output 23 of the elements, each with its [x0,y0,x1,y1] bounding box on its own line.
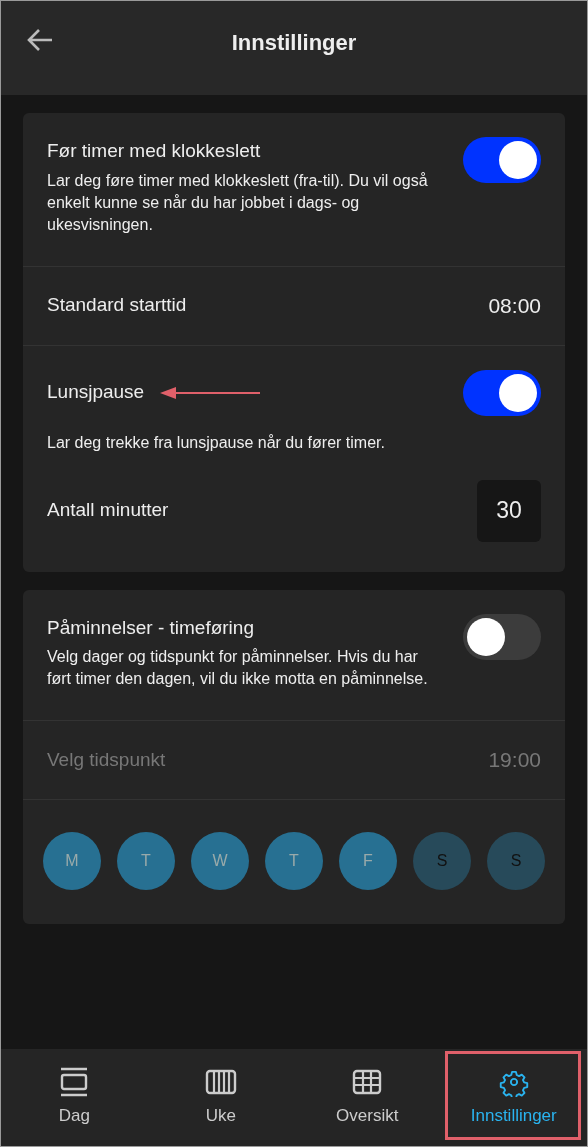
setting-description: Lar deg føre timer med klokkeslett (fra-til). Du vil også enkelt kunne se når du har jobbet i dags- og ukesvisningen. [47,170,429,235]
weekday-toggle[interactable]: T [117,832,175,890]
setting-description: Lar deg trekke fra lunsjpause når du fører timer. [47,432,386,453]
nav-tab[interactable]: Oversikt [294,1049,441,1146]
setting-title: Påminnelser - timeføring [47,615,254,640]
weekday-toggle[interactable]: F [339,832,397,890]
page-title: Innstillinger [231,29,357,57]
weekday-toggle[interactable]: W [191,832,249,890]
time-value[interactable]: 08:00 [488,289,541,322]
setting-label: Antall minutter [47,498,169,523]
weekday-toggle[interactable]: T [265,832,323,890]
nav-tab[interactable]: Dag [1,1049,148,1146]
weekday-toggle[interactable]: S [487,832,545,890]
nav-tab[interactable]: Uke [147,1049,294,1146]
weekday-toggle[interactable]: M [43,832,101,890]
setting-label: Velg tidspunkt [47,747,166,772]
setting-label: Standard starttid [47,293,187,318]
setting-title: Lunsjpause [47,380,145,405]
setting-title: Før timer med klokkeslett [47,139,261,163]
weekday-toggle[interactable]: S [413,832,471,890]
minutes-field[interactable]: 30 [477,479,541,542]
setting-description: Velg dager og tidspunkt for påminnelser. Hvis du har ført timer den dagen, vil du ikke motta en påminnelse. [47,647,429,689]
nav-tab[interactable]: Innstillinger [440,1049,587,1146]
